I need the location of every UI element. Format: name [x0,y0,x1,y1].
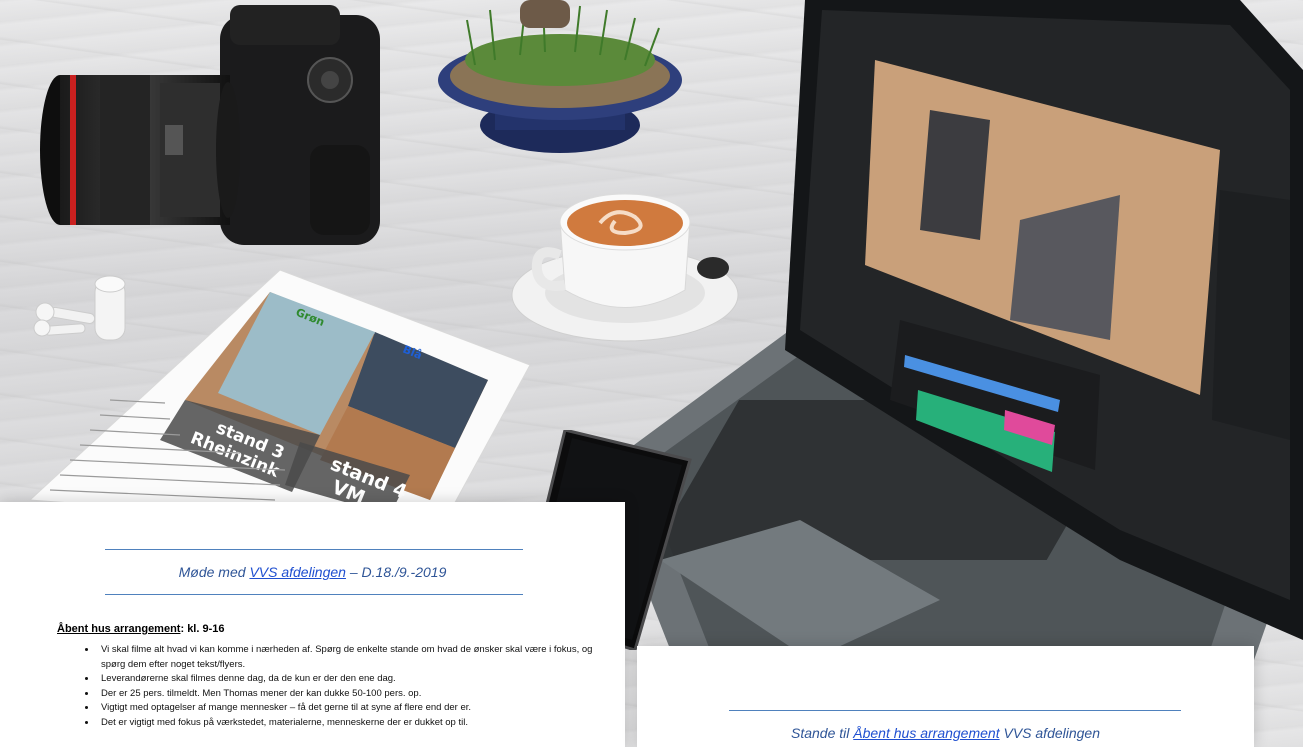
title-rule-top [105,549,523,550]
meeting-notes-document: Møde med VVS afdelingen – D.18./9.-2019 … [0,502,625,747]
list-item: Vi skal filme alt hvad vi kan komme i næ… [97,643,617,672]
section-heading: Åbent hus arrangement: kl. 9-16 [57,623,225,635]
document-title: Møde med VVS afdelingen – D.18./9.-2019 [0,564,625,580]
list-item: Vigtigt med optagelser af mange menneske… [97,701,617,716]
camera [40,5,380,245]
laptop [600,0,1303,700]
document-title-link[interactable]: VVS afdelingen [249,564,346,580]
document-title-suffix: VVS afdelingen [999,725,1100,741]
document-title: Stande til Åbent hus arrangement VVS afd… [637,725,1254,741]
list-item: Leverandørerne skal filmes denne dag, da… [97,672,617,687]
document-title-suffix: – D.18./9.-2019 [345,564,447,580]
list-item: Der er 25 pers. tilmeldt. Men Thomas men… [97,687,617,702]
document-title-prefix: Møde med [178,564,250,580]
printed-flyer: stand 3 Rheinzink stand 4 VM Grøn Blå [30,270,530,531]
title-rule-top [729,710,1181,711]
document-title-prefix: Stande til [791,725,854,741]
section-heading-label: Åbent hus arrangement [57,623,181,635]
section-heading-suffix: : kl. 9-16 [180,623,225,635]
bullet-list: Vi skal filme alt hvad vi kan komme i næ… [80,643,617,731]
document-title-link[interactable]: Åbent hus arrangement [853,725,999,741]
stands-document: Stande til Åbent hus arrangement VVS afd… [637,646,1254,747]
title-rule-bottom [105,594,523,595]
list-item: Det er vigtigt med fokus på værkstedet, … [97,716,617,731]
